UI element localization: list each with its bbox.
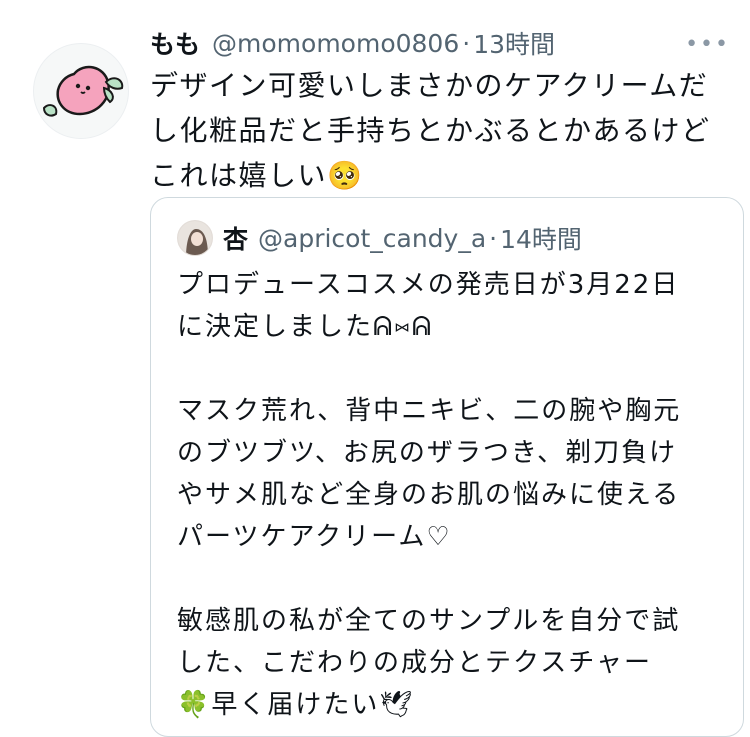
tweet-header: もも @momomomo0806 · 13時間 ••• bbox=[150, 26, 730, 60]
timestamp[interactable]: 13時間 bbox=[473, 25, 555, 61]
profile-photo-icon bbox=[178, 221, 212, 255]
user-handle[interactable]: @momomomo0806 bbox=[212, 29, 459, 58]
quoted-tweet[interactable]: 杏 @apricot_candy_a · 14時間 プロデュースコスメの発売日が… bbox=[150, 197, 744, 737]
quote-timestamp[interactable]: 14時間 bbox=[500, 220, 582, 256]
quote-separator-dot: · bbox=[489, 223, 498, 253]
quote-avatar[interactable] bbox=[177, 220, 213, 256]
peach-avatar-icon bbox=[42, 65, 124, 117]
quote-display-name[interactable]: 杏 bbox=[223, 220, 248, 256]
separator-dot: · bbox=[462, 28, 471, 58]
user-avatar[interactable] bbox=[33, 43, 129, 139]
more-options-icon[interactable]: ••• bbox=[685, 32, 730, 57]
quote-user-handle[interactable]: @apricot_candy_a bbox=[258, 224, 486, 253]
quote-text: プロデュースコスメの発売日が3月22日 に決定しました⁠ᕱ⑅ᕱ マスク荒れ、背中… bbox=[177, 270, 682, 720]
quote-header: 杏 @apricot_candy_a · 14時間 bbox=[177, 220, 582, 256]
display-name[interactable]: もも bbox=[150, 25, 200, 61]
tweet-text: デザイン可愛いしまさかのケアクリームだし化粧品だと手持ちとかぶるとかあるけどこれ… bbox=[150, 69, 711, 192]
